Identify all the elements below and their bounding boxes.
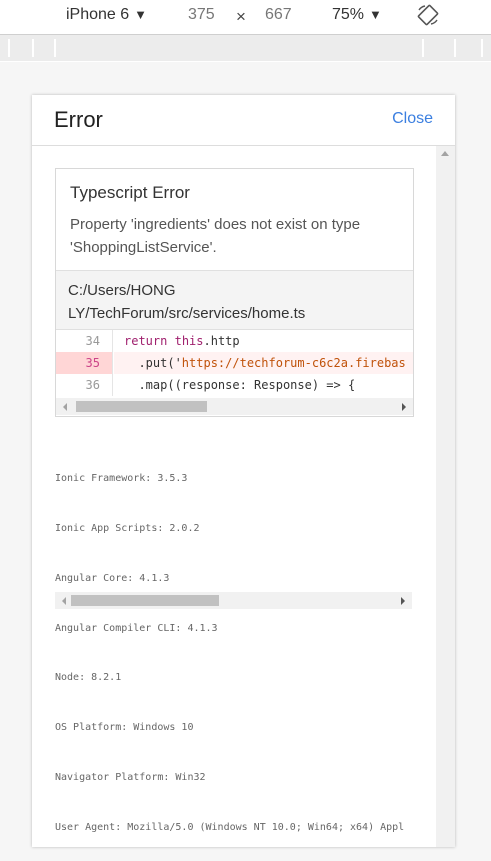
scroll-right-icon[interactable]	[402, 403, 406, 411]
line-number: 36	[56, 374, 113, 396]
system-info-line: OS Platform: Windows 10	[55, 722, 194, 734]
code-horizontal-scrollbar[interactable]	[56, 398, 413, 415]
system-info-line: Ionic Framework: 3.5.3	[55, 473, 188, 485]
file-path-line: LY/TechForum/src/services/home.ts	[68, 305, 306, 322]
error-title: Typescript Error	[70, 183, 190, 202]
ruler-divider	[481, 39, 483, 57]
scrollbar-thumb[interactable]	[71, 595, 219, 606]
dropdown-arrow-icon: ▼	[134, 7, 148, 22]
line-number: 35	[56, 352, 113, 374]
file-path-line: C:/Users/HONG	[68, 282, 176, 299]
ruler-divider	[422, 39, 424, 57]
device-name: iPhone 6	[66, 6, 130, 23]
system-info-line: Angular Compiler CLI: 4.1.3	[55, 622, 218, 634]
ruler-divider	[454, 39, 456, 57]
error-card: Typescript Error Property 'ingredients' …	[55, 168, 414, 417]
modal-header: Error Close	[32, 95, 455, 146]
file-path: C:/Users/HONG LY/TechForum/src/services/…	[68, 279, 408, 325]
line-number: 34	[56, 330, 113, 352]
ruler-divider	[32, 39, 34, 57]
system-info-line: Navigator Platform: Win32	[55, 771, 206, 783]
device-toolbar: iPhone 6 ▼ 375 × 667 75% ▼	[0, 0, 491, 35]
system-info: Ionic Framework: 3.5.3 Ionic App Scripts…	[55, 438, 412, 847]
modal-title: Error	[54, 107, 103, 132]
scrollbar-thumb[interactable]	[76, 401, 207, 412]
code-line: 36 .map((response: Response) => {	[56, 374, 413, 396]
file-path-bar: C:/Users/HONG LY/TechForum/src/services/…	[56, 270, 413, 330]
dimension-separator: ×	[236, 7, 246, 26]
code-text: .map((response: Response) => {	[124, 378, 356, 392]
modal-content[interactable]: Typescript Error Property 'ingredients' …	[32, 146, 436, 847]
scroll-left-icon[interactable]	[63, 403, 67, 411]
scroll-left-icon[interactable]	[62, 597, 66, 605]
scroll-right-icon[interactable]	[401, 597, 405, 605]
system-info-line: Angular Core: 4.1.3	[55, 572, 170, 584]
system-info-line: Ionic App Scripts: 2.0.2	[55, 522, 200, 534]
height-input[interactable]: 667	[265, 6, 292, 24]
code-line: 34 return this.http	[56, 330, 413, 352]
error-message: Property 'ingredients' does not exist on…	[70, 216, 361, 256]
code-line-highlighted: 35 .put('https://techforum-c6c2a.firebas	[56, 352, 413, 374]
rotate-icon[interactable]	[417, 4, 439, 26]
code-snippet: 34 return this.http 35 .put('https://tec…	[56, 330, 413, 396]
device-viewport: Error Close Typescript Error Property 'i…	[32, 95, 455, 847]
zoom-level: 75%	[332, 6, 365, 23]
zoom-select[interactable]: 75% ▼	[332, 6, 382, 24]
code-text: return this.http	[124, 334, 240, 348]
scroll-up-icon[interactable]	[441, 151, 449, 156]
ruler-divider	[8, 39, 10, 57]
vertical-scrollbar[interactable]	[436, 146, 455, 847]
system-info-horizontal-scrollbar[interactable]	[55, 592, 412, 609]
media-query-ruler[interactable]	[0, 35, 491, 61]
close-button[interactable]: Close	[392, 110, 433, 128]
dropdown-arrow-icon: ▼	[369, 7, 382, 22]
ruler-divider	[54, 39, 56, 57]
system-info-line: User Agent: Mozilla/5.0 (Windows NT 10.0…	[55, 821, 405, 833]
width-input[interactable]: 375	[188, 6, 215, 24]
device-select[interactable]: iPhone 6 ▼	[66, 6, 147, 24]
code-text: .put('https://techforum-c6c2a.firebas	[114, 352, 413, 374]
system-info-line: Node: 8.2.1	[55, 672, 122, 684]
